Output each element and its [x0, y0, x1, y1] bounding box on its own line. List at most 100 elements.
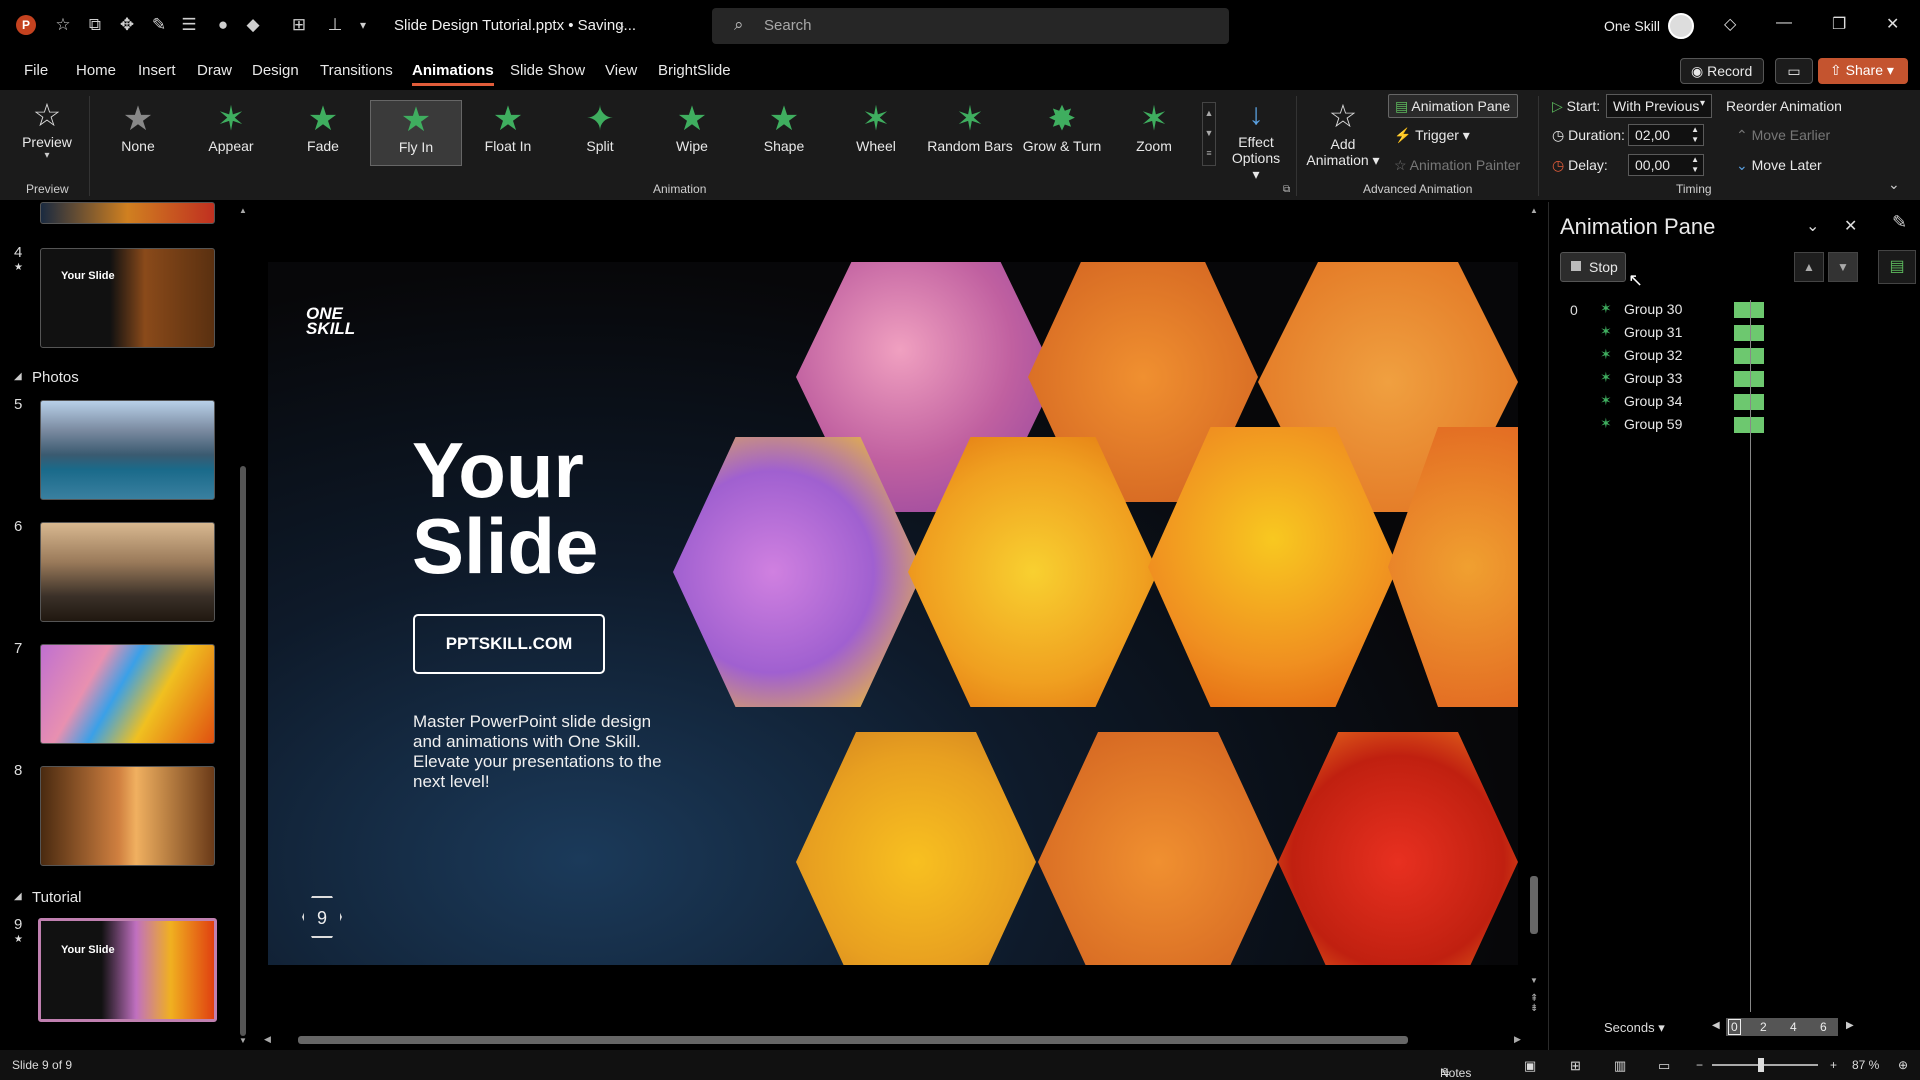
zoom-slider[interactable]: [1712, 1064, 1818, 1066]
section-collapse-icon[interactable]: ◢: [14, 371, 22, 382]
slide-title[interactable]: Your Slide: [412, 431, 598, 585]
spinner-icon[interactable]: ▲ ▼: [1691, 125, 1699, 145]
slide-body-text[interactable]: Master PowerPoint slide design and anima…: [413, 712, 683, 792]
slide-sorter-icon[interactable]: ⊞: [1570, 1058, 1581, 1074]
tab-file[interactable]: File: [24, 62, 48, 79]
record-button[interactable]: ◉ Record: [1680, 58, 1764, 84]
slide-thumb-4[interactable]: Your Slide: [40, 248, 215, 348]
distribute-icon[interactable]: ⊞: [288, 14, 310, 36]
close-icon[interactable]: ✕: [1886, 14, 1899, 34]
slideshow-icon[interactable]: ▭: [1658, 1058, 1670, 1074]
tab-transitions[interactable]: Transitions: [320, 62, 393, 79]
tab-view[interactable]: View: [605, 62, 637, 79]
canvas-scroll-right-icon[interactable]: ▶: [1514, 1034, 1521, 1045]
timeline-left-icon[interactable]: ◀: [1712, 1020, 1720, 1031]
section-photos[interactable]: Photos: [32, 369, 79, 386]
chevron-down-icon[interactable]: ⌄: [616, 18, 626, 32]
timing-bar[interactable]: [1734, 302, 1764, 318]
anim-zoom[interactable]: ✶ Zoom: [1108, 100, 1200, 166]
tab-slide-show[interactable]: Slide Show: [510, 62, 585, 79]
slide-link-button[interactable]: PPTSKILL.COM: [413, 614, 605, 674]
comments-button[interactable]: ▭: [1775, 58, 1813, 84]
format-painter-icon[interactable]: ✎: [148, 14, 170, 36]
avatar[interactable]: [1668, 13, 1694, 39]
preview-button[interactable]: ☆ Preview ▾: [10, 96, 84, 168]
tab-design[interactable]: Design: [252, 62, 299, 79]
scroll-up-icon[interactable]: ▲: [239, 206, 247, 215]
shape-fill-icon[interactable]: ●: [212, 14, 234, 36]
customize-toolbar-icon[interactable]: ▾: [352, 14, 374, 36]
anim-fade[interactable]: ★ Fade: [277, 100, 369, 166]
search-input[interactable]: ⌕ Search: [712, 8, 1229, 44]
move-later-button[interactable]: ⌄ Move Later: [1736, 157, 1822, 174]
zoom-slider-thumb[interactable]: [1758, 1058, 1764, 1072]
move-down-button[interactable]: ▼: [1828, 252, 1858, 282]
slide-thumb-9-selected[interactable]: Your Slide: [38, 918, 217, 1022]
section-collapse-icon[interactable]: ◢: [14, 891, 22, 902]
slide-thumb-3-partial[interactable]: [40, 202, 215, 224]
slide-thumb-5[interactable]: [40, 400, 215, 500]
reading-view-icon[interactable]: ▥: [1614, 1058, 1626, 1074]
shape-outline-icon[interactable]: ◆: [242, 14, 264, 36]
scroll-down-icon[interactable]: ▼: [239, 1036, 247, 1045]
canvas-scroll-left-icon[interactable]: ◀: [264, 1034, 271, 1045]
restore-icon[interactable]: ❐: [1832, 14, 1846, 34]
anim-float-in[interactable]: ★ Float In: [462, 100, 554, 166]
slide-thumb-8[interactable]: [40, 766, 215, 866]
add-animation-button[interactable]: ☆ Add Animation ▾: [1304, 96, 1382, 176]
zoom-in-icon[interactable]: +: [1830, 1058, 1837, 1072]
minimize-icon[interactable]: —: [1776, 14, 1792, 32]
slide-thumb-7[interactable]: [40, 644, 215, 744]
star-icon[interactable]: ☆: [52, 14, 74, 36]
anim-fly-in[interactable]: ★ Fly In: [370, 100, 462, 166]
animation-item[interactable]: ✶ Group 30: [1600, 300, 1820, 320]
share-button[interactable]: ⇧ Share ▾: [1818, 58, 1908, 84]
seconds-dropdown[interactable]: Seconds ▾: [1604, 1020, 1665, 1036]
pane-options-chevron-icon[interactable]: ⌄: [1806, 216, 1819, 236]
slide-thumb-6[interactable]: [40, 522, 215, 622]
anim-wipe[interactable]: ★ Wipe: [646, 100, 738, 166]
align-icon[interactable]: ☰: [178, 14, 200, 36]
effect-options-button[interactable]: ↓ Effect Options ▾: [1230, 96, 1282, 182]
gallery-scroll[interactable]: ▲ ▼ ≡: [1202, 102, 1216, 166]
anim-split[interactable]: ✦ Split: [554, 100, 646, 166]
canvas-scroll-up-icon[interactable]: ▲: [1530, 206, 1538, 215]
anim-shape[interactable]: ★ Shape: [738, 100, 830, 166]
move-up-button[interactable]: ▲: [1794, 252, 1824, 282]
animation-pane-button[interactable]: ▤ Animation Pane: [1388, 94, 1518, 118]
screenshot-icon[interactable]: ⧉: [84, 14, 106, 36]
start-select[interactable]: With Previous ▾: [1606, 94, 1712, 118]
timeline-right-icon[interactable]: ▶: [1846, 1020, 1854, 1031]
timeline-ruler[interactable]: 0 2 4 6: [1726, 1018, 1838, 1036]
tab-home[interactable]: Home: [76, 62, 116, 79]
scroll-thumb[interactable]: [240, 466, 246, 1036]
account-name[interactable]: One Skill: [1604, 18, 1660, 34]
timing-bar[interactable]: [1734, 394, 1764, 410]
timing-bar[interactable]: [1734, 371, 1764, 387]
tab-draw[interactable]: Draw: [197, 62, 232, 79]
document-title[interactable]: Slide Design Tutorial.pptx • Saving...: [394, 17, 636, 34]
stop-button[interactable]: Stop: [1560, 252, 1626, 282]
anim-grow-turn[interactable]: ✸ Grow & Turn: [1014, 100, 1110, 166]
prev-next-slide-icon[interactable]: ⇞ ⇟: [1530, 994, 1538, 1014]
animation-painter-button[interactable]: ☆ Animation Painter: [1394, 157, 1520, 174]
fit-to-window-icon[interactable]: ⊕: [1898, 1058, 1908, 1072]
trigger-button[interactable]: ⚡ Trigger ▾: [1394, 127, 1470, 144]
animation-item[interactable]: ✶ Group 59: [1600, 415, 1820, 435]
anim-random-bars[interactable]: ✶ Random Bars: [922, 100, 1018, 166]
zoom-out-icon[interactable]: −: [1696, 1058, 1703, 1072]
animation-item[interactable]: ✶ Group 32: [1600, 346, 1820, 366]
diamond-icon[interactable]: ◇: [1724, 14, 1736, 34]
slide-canvas[interactable]: ONE SKILL Your Slide PPTSKILL.COM Master P…: [268, 262, 1518, 965]
timing-bar[interactable]: [1734, 348, 1764, 364]
pane-close-icon[interactable]: ✕: [1844, 216, 1857, 236]
designer-icon[interactable]: ✎: [1892, 212, 1907, 233]
chart-icon[interactable]: ⊥: [324, 14, 346, 36]
animation-item[interactable]: ✶ Group 33: [1600, 369, 1820, 389]
collapse-ribbon-icon[interactable]: ⌄: [1888, 176, 1900, 193]
canvas-hscroll-thumb[interactable]: [298, 1036, 1408, 1044]
duration-input[interactable]: 02,00 ▲ ▼: [1628, 124, 1704, 146]
anim-wheel[interactable]: ✶ Wheel: [830, 100, 922, 166]
move-earlier-button[interactable]: ⌃ Move Earlier: [1736, 127, 1830, 144]
animation-item[interactable]: ✶ Group 34: [1600, 392, 1820, 412]
